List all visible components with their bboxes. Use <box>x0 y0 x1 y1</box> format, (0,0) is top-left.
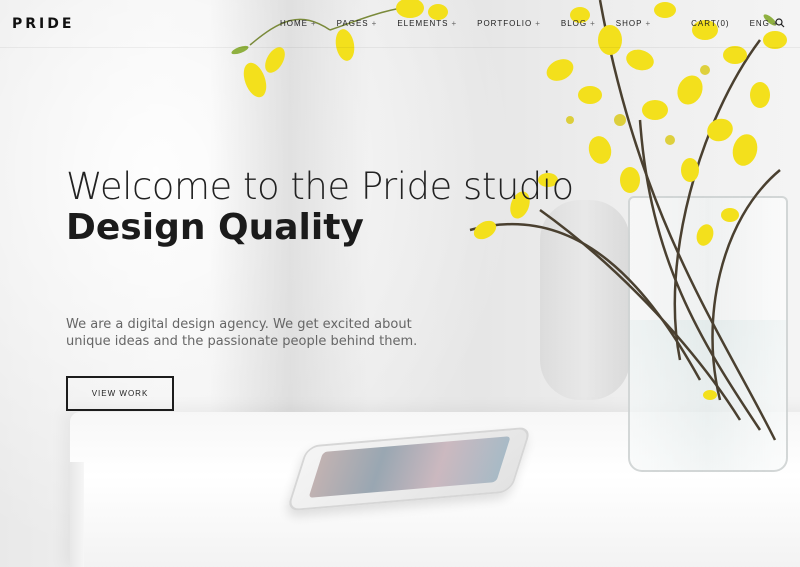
plus-icon: + <box>645 19 652 28</box>
main-nav: HOME + PAGES + ELEMENTS + PORTFOLIO + BLOG + … <box>280 19 799 28</box>
smartphone-screen <box>308 436 511 498</box>
nav-label: SHOP <box>615 19 643 28</box>
nav-label: HOME <box>280 19 308 28</box>
nav-item-elements[interactable]: ELEMENTS + <box>397 19 457 28</box>
nav-item-portfolio[interactable]: PORTFOLIO + <box>477 19 541 28</box>
nav-label: BLOG <box>560 19 588 28</box>
nav-label: ENG <box>749 19 770 28</box>
view-work-button[interactable]: VIEW WORK <box>66 376 174 411</box>
hero-description: We are a digital design agency. We get e… <box>66 317 418 349</box>
background-vase <box>540 200 630 400</box>
plus-icon: + <box>311 19 317 28</box>
table-edge <box>70 462 84 567</box>
glass-vase <box>628 196 788 472</box>
plus-icon: + <box>535 19 541 28</box>
plus-icon: + <box>590 19 596 28</box>
hero-subtitle: Design Quality <box>66 207 364 248</box>
hero-title: Welcome to the Pride studio <box>66 165 574 208</box>
nav-item-pages[interactable]: PAGES + <box>337 19 378 28</box>
site-logo[interactable]: PRIDE <box>12 16 74 32</box>
plus-icon: + <box>371 19 378 28</box>
nav-cart-link[interactable]: CART(0) <box>691 19 729 28</box>
plus-icon: + <box>451 19 458 28</box>
nav-label: PAGES <box>336 19 369 28</box>
nav-label: ELEMENTS <box>397 19 449 28</box>
nav-item-shop[interactable]: SHOP + <box>616 19 651 28</box>
nav-item-home[interactable]: HOME + <box>280 19 317 28</box>
search-icon[interactable] <box>775 18 785 28</box>
hero-section: PRIDE HOME + PAGES + ELEMENTS + PORTFOLIO + … <box>0 0 800 567</box>
site-header: PRIDE HOME + PAGES + ELEMENTS + PORTFOLIO + … <box>0 0 800 48</box>
nav-label: PORTFOLIO <box>477 19 533 28</box>
nav-item-blog[interactable]: BLOG + <box>561 19 596 28</box>
